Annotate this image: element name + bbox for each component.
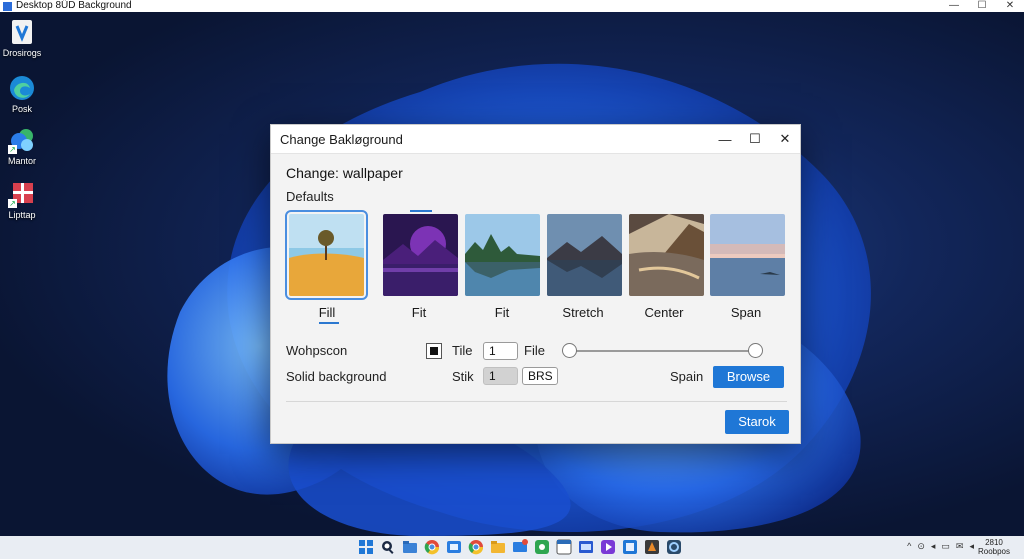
taskbar-app-icons bbox=[358, 539, 682, 555]
thumbnail-hover-indicator bbox=[410, 210, 432, 212]
app-icon bbox=[3, 1, 12, 11]
terminal-app-icon[interactable] bbox=[578, 539, 594, 555]
thumbnail-caption: Stretch bbox=[562, 305, 604, 320]
thumbnail-caption: Fill bbox=[318, 305, 336, 320]
window-title-bar: Desktop 8ÜD Background — ☐ ✕ bbox=[0, 0, 1024, 12]
media-app-icon[interactable] bbox=[600, 539, 616, 555]
spain-label: Spain bbox=[670, 369, 704, 384]
folder-icon[interactable] bbox=[490, 539, 506, 555]
store-app-icon[interactable] bbox=[622, 539, 638, 555]
chat-app-icon[interactable] bbox=[534, 539, 550, 555]
dialog-title-bar: Change Bakløground — ☐ ✕ bbox=[271, 125, 800, 154]
wallpaper-thumbnail-fill[interactable] bbox=[285, 210, 368, 300]
tray-battery-icon[interactable]: ▭ bbox=[941, 541, 950, 552]
drawing-app-icon bbox=[8, 18, 36, 46]
tray-mail-icon[interactable]: ✉ bbox=[956, 541, 964, 552]
start-menu-icon[interactable] bbox=[358, 539, 374, 555]
slider-thumb-left[interactable] bbox=[562, 343, 577, 358]
shortcut-arrow-icon: ↗ bbox=[8, 145, 17, 154]
tile-label: Tile bbox=[452, 343, 473, 358]
chrome-icon-2[interactable] bbox=[468, 539, 484, 555]
tile-checkbox[interactable] bbox=[426, 343, 442, 359]
save-button[interactable]: Starok bbox=[725, 410, 789, 434]
settings-app-icon[interactable] bbox=[666, 539, 682, 555]
dialog-minimize-button[interactable]: — bbox=[710, 132, 740, 147]
maximize-button[interactable]: ☐ bbox=[968, 0, 996, 12]
tray-overflow-chevron-icon[interactable]: ^ bbox=[907, 541, 911, 552]
desktop-icon-lipttap[interactable]: ↗ Lipttap bbox=[2, 180, 42, 220]
brs-button[interactable]: BRS bbox=[522, 367, 558, 385]
game-app-icon[interactable] bbox=[644, 539, 660, 555]
slider-thumb-right[interactable] bbox=[748, 343, 763, 358]
section-label-defaults: Defaults bbox=[286, 189, 334, 204]
thumbnail-caption: Span bbox=[730, 305, 762, 320]
wallpaper-thumbnail-stretch[interactable] bbox=[547, 214, 622, 296]
selected-caption-underline bbox=[319, 322, 339, 324]
dialog-divider bbox=[286, 401, 787, 402]
file-explorer-icon[interactable] bbox=[402, 539, 418, 555]
tray-speaker-icon[interactable]: ◂ bbox=[969, 541, 974, 552]
desktop-icon-label: Posk bbox=[11, 104, 32, 114]
notes-app-icon[interactable] bbox=[556, 539, 572, 555]
wallpaper-position-label: Wohpscon bbox=[286, 343, 348, 358]
tray-location-icon[interactable]: ⊙ bbox=[917, 541, 925, 552]
slider-track[interactable] bbox=[569, 350, 755, 352]
photos-app-icon[interactable] bbox=[446, 539, 462, 555]
desktop-icon-label: Drosirogs bbox=[2, 48, 42, 58]
clock-time: 2810 bbox=[985, 538, 1003, 547]
search-icon[interactable] bbox=[380, 539, 396, 555]
tile-value-input[interactable]: 1 bbox=[483, 342, 518, 360]
file-label: File bbox=[524, 343, 545, 358]
system-tray: ^ ⊙ ◂ ▭ ✉ ◂ bbox=[907, 541, 974, 552]
taskbar-clock[interactable]: 2810 Roobpos bbox=[978, 538, 1010, 556]
tray-volume-icon[interactable]: ◂ bbox=[931, 541, 936, 552]
dialog-title: Change Bakløground bbox=[280, 131, 403, 147]
wallpaper-thumbnail-span[interactable] bbox=[710, 214, 785, 296]
browse-button[interactable]: Browse bbox=[713, 366, 784, 388]
teams-app-icon: ↗ bbox=[8, 126, 36, 154]
mail-app-icon[interactable] bbox=[512, 539, 528, 555]
desktop-icon-drosirogs[interactable]: Drosirogs bbox=[2, 18, 42, 58]
desktop-icon-label: Lipttap bbox=[8, 210, 36, 220]
wallpaper-thumbnail-center[interactable] bbox=[629, 214, 704, 296]
wallpaper-thumbnail-fit[interactable] bbox=[383, 214, 458, 296]
solid-background-label: Solid background bbox=[286, 369, 387, 384]
stik-label: Stik bbox=[452, 369, 474, 384]
edge-browser-icon bbox=[8, 74, 36, 102]
thumbnail-caption: Fit bbox=[494, 305, 510, 320]
desktop-icon-posk[interactable]: Posk bbox=[2, 74, 42, 114]
desktop-icon-label: Mantor bbox=[7, 156, 36, 166]
chrome-icon[interactable] bbox=[424, 539, 440, 555]
close-button[interactable]: ✕ bbox=[996, 0, 1024, 12]
stik-value-input[interactable]: 1 bbox=[483, 367, 518, 385]
dialog-close-button[interactable]: ✕ bbox=[770, 131, 800, 147]
desktop-icon-mantor[interactable]: ↗ Mantor bbox=[2, 126, 42, 166]
dialog-heading: Change: wallpaper bbox=[286, 165, 403, 181]
shortcut-arrow-icon: ↗ bbox=[8, 199, 17, 208]
wallpaper-thumbnail-fit-2[interactable] bbox=[465, 214, 540, 296]
taskbar: ^ ⊙ ◂ ▭ ✉ ◂ 2810 Roobpos bbox=[0, 536, 1024, 559]
thumbnail-caption: Fit bbox=[411, 305, 427, 320]
dialog-maximize-button[interactable]: ☐ bbox=[740, 131, 770, 147]
thumbnail-caption: Center bbox=[644, 305, 684, 320]
clock-date: Roobpos bbox=[977, 547, 1010, 556]
change-background-dialog: Change Bakløground — ☐ ✕ Change: wallpap… bbox=[270, 124, 801, 444]
minimize-button[interactable]: — bbox=[940, 0, 968, 12]
flag-app-icon: ↗ bbox=[8, 180, 36, 208]
window-title: Desktop 8ÜD Background bbox=[16, 0, 132, 11]
